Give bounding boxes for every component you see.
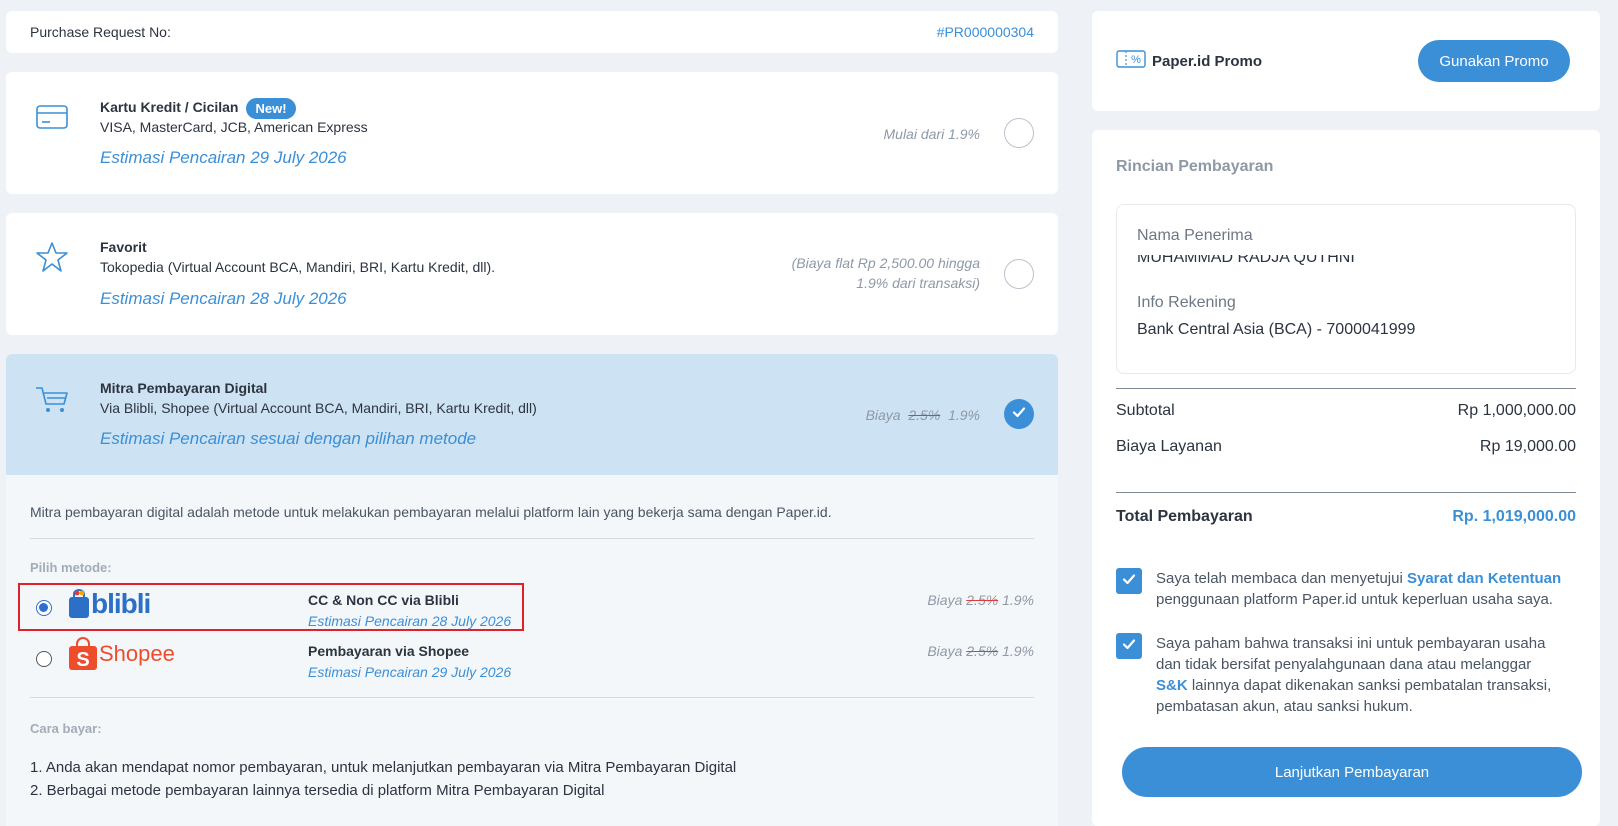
divider <box>30 697 1034 698</box>
divider <box>1116 388 1576 389</box>
agree-text: Saya paham bahwa transaksi ini untuk pem… <box>1156 635 1546 673</box>
mitra-description: Mitra pembayaran digital adalah metode u… <box>30 504 832 520</box>
divider <box>30 538 1034 539</box>
fee-old: 2.5% <box>966 592 999 608</box>
fee-label: Biaya <box>927 643 963 659</box>
method-kartu-kredit[interactable]: Kartu Kredit / Cicilan New! VISA, MasterC… <box>6 72 1058 194</box>
fee-new: 1.9% <box>948 407 980 423</box>
promo-label-group: % Paper.id Promo <box>1116 50 1262 73</box>
method-mitra-pembayaran: Mitra Pembayaran Digital Via Blibli, Sho… <box>6 354 1058 826</box>
terms-link[interactable]: Syarat dan Ketentuan <box>1407 570 1561 587</box>
selection-highlight <box>18 583 524 631</box>
total-value: Rp. 1,019,000.00 <box>1452 508 1576 525</box>
method-subtitle: VISA, MasterCard, JCB, American Express <box>100 119 368 135</box>
agree-usage-text: Saya paham bahwa transaksi ini untuk pem… <box>1156 633 1566 717</box>
agree-text: lainnya dapat dikenakan sanksi pembatala… <box>1156 677 1552 715</box>
account-info-value: Bank Central Asia (BCA) - 7000041999 <box>1137 321 1416 338</box>
fee-label: Biaya <box>927 592 963 608</box>
method-title: Favorit <box>100 239 147 255</box>
recipient-name-label: Nama Penerima <box>1137 227 1253 244</box>
total-label: Total Pembayaran <box>1116 508 1253 525</box>
option-name: Pembayaran via Shopee <box>308 643 470 659</box>
svg-text:S: S <box>76 649 89 671</box>
recipient-name-value: MUHAMMAD RADJA QUTHNI <box>1137 255 1355 266</box>
new-badge: New! <box>246 98 296 119</box>
pilih-metode-label: Pilih metode: <box>30 560 112 575</box>
fee-old: 2.5% <box>908 407 941 423</box>
method-radio[interactable] <box>1004 259 1034 289</box>
service-fee-value: Rp 19,000.00 <box>1479 438 1576 455</box>
subtotal-value: Rp 1,000,000.00 <box>1457 402 1576 419</box>
cart-icon <box>34 384 70 416</box>
option-shopee[interactable]: S Shopee Pembayaran via Shopee Estimasi … <box>30 635 1034 683</box>
agree-terms-checkbox[interactable] <box>1116 568 1142 594</box>
coupon-icon: % <box>1116 50 1146 73</box>
cara-bayar-label: Cara bayar: <box>30 721 102 736</box>
use-promo-button[interactable]: Gunakan Promo <box>1418 40 1570 82</box>
option-fee: Biaya 2.5% 1.9% <box>927 643 1034 659</box>
agree-text: penggunaan platform Paper.id untuk keper… <box>1156 591 1553 608</box>
method-estimate: Estimasi Pencairan 29 July 2026 <box>100 148 347 167</box>
fee-line: (Biaya flat Rp 2,500.00 hingga <box>791 255 980 271</box>
fee-new: 1.9% <box>1002 643 1034 659</box>
purchase-request-label: Purchase Request No: <box>30 24 171 40</box>
cara-bayar-steps: 1. Anda akan mendapat nomor pembayaran, … <box>30 756 736 802</box>
shopee-bag-icon: S <box>69 637 97 671</box>
service-fee-label: Biaya Layanan <box>1116 438 1222 455</box>
checkmark-icon <box>1121 571 1137 592</box>
subtotal-label: Subtotal <box>1116 402 1175 419</box>
account-info-label: Info Rekening <box>1137 294 1236 311</box>
shopee-logo: S Shopee <box>68 637 175 671</box>
method-fee: (Biaya flat Rp 2,500.00 hingga 1.9% dari… <box>792 253 980 293</box>
option-fee: Biaya 2.5% 1.9% <box>927 592 1034 608</box>
purchase-request-number: #PR000000304 <box>936 24 1034 40</box>
method-subtitle: Via Blibli, Shopee (Virtual Account BCA,… <box>100 400 537 416</box>
payment-details-card: Rincian Pembayaran Nama Penerima MUHAMMA… <box>1092 130 1600 826</box>
fee-line: 1.9% dari transaksi) <box>856 275 980 291</box>
step-item: 1. Anda akan mendapat nomor pembayaran, … <box>30 759 737 776</box>
agree-usage-checkbox[interactable] <box>1116 633 1142 659</box>
fee-new: 1.9% <box>1002 592 1034 608</box>
option-estimate: Estimasi Pencairan 29 July 2026 <box>308 664 512 680</box>
purchase-request-bar: Purchase Request No: #PR000000304 <box>6 11 1058 53</box>
promo-card: % Paper.id Promo Gunakan Promo <box>1092 11 1600 111</box>
method-fee: Biaya 2.5% 1.9% <box>866 405 980 425</box>
step-item: 2. Berbagai metode pembayaran lainnya te… <box>30 782 605 799</box>
divider <box>1116 492 1576 493</box>
method-radio-selected[interactable] <box>1004 399 1034 429</box>
agree-text: Saya telah membaca dan menyetujui <box>1156 570 1407 587</box>
checkmark-icon <box>1011 404 1027 425</box>
details-title: Rincian Pembayaran <box>1116 158 1274 175</box>
svg-text:%: % <box>1131 54 1141 66</box>
agree-terms-text: Saya telah membaca dan menyetujui Syarat… <box>1156 568 1566 610</box>
sk-link[interactable]: S&K <box>1156 677 1188 694</box>
method-estimate: Estimasi Pencairan 28 July 2026 <box>100 289 347 308</box>
option-radio[interactable] <box>36 651 52 667</box>
method-estimate: Estimasi Pencairan sesuai dengan pilihan… <box>100 429 477 448</box>
promo-label: Paper.id Promo <box>1152 53 1263 70</box>
continue-payment-button[interactable]: Lanjutkan Pembayaran <box>1122 747 1582 797</box>
star-icon <box>34 241 70 273</box>
method-favorit[interactable]: Favorit Tokopedia (Virtual Account BCA, … <box>6 213 1058 335</box>
fee-old: 2.5% <box>966 643 999 659</box>
fee-label: Biaya <box>865 407 901 423</box>
checkmark-icon <box>1121 636 1137 657</box>
method-title: Mitra Pembayaran Digital <box>100 380 268 396</box>
method-title: Kartu Kredit / Cicilan <box>100 99 239 116</box>
method-fee: Mulai dari 1.9% <box>883 126 981 142</box>
credit-card-icon <box>34 100 70 132</box>
mitra-header[interactable]: Mitra Pembayaran Digital Via Blibli, Sho… <box>6 354 1058 475</box>
method-radio[interactable] <box>1004 118 1034 148</box>
method-subtitle: Tokopedia (Virtual Account BCA, Mandiri,… <box>100 259 496 275</box>
recipient-box: Nama Penerima MUHAMMAD RADJA QUTHNI Info… <box>1116 204 1576 374</box>
